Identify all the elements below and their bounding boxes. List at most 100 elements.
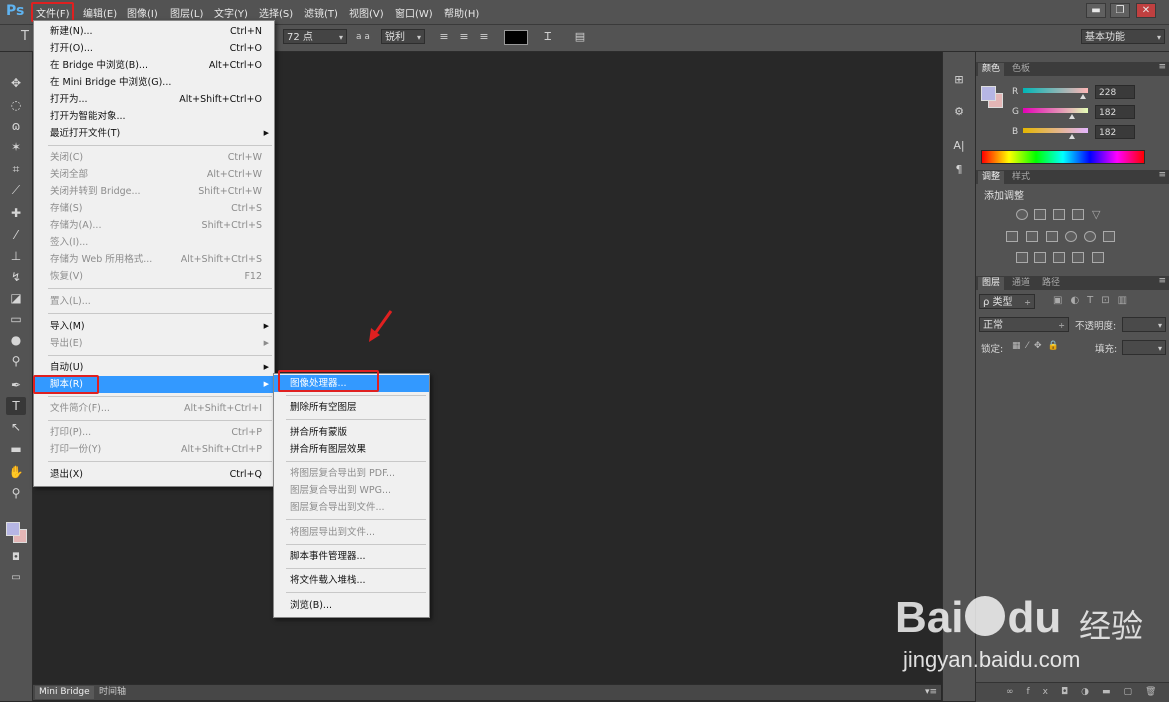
- restore-button[interactable]: ❐: [1110, 3, 1130, 18]
- channel-b-slider[interactable]: [1023, 128, 1088, 133]
- menu-layer[interactable]: 图层(L): [170, 5, 203, 20]
- magic-wand-tool-icon[interactable]: ✶: [6, 138, 26, 156]
- channel-r-thumb[interactable]: [1080, 94, 1086, 99]
- threshold-adjust-icon[interactable]: [1053, 252, 1065, 263]
- channel-r-value[interactable]: 228: [1095, 85, 1135, 99]
- menu-window[interactable]: 窗口(W): [395, 5, 433, 20]
- panel-menu-icon[interactable]: ▾≡: [921, 686, 941, 699]
- menu-item-browse[interactable]: 浏览(B)...: [274, 597, 429, 614]
- vibrance-adjust-icon[interactable]: ▽: [1092, 209, 1104, 220]
- workspace-select[interactable]: 基本功能 ▾: [1081, 29, 1165, 44]
- blur-tool-icon[interactable]: ●: [6, 331, 26, 349]
- menu-item-import[interactable]: 导入(M) ▶: [34, 318, 274, 335]
- move-tool-icon[interactable]: ✥: [6, 74, 26, 92]
- zoom-tool-icon[interactable]: ⚲: [6, 484, 26, 502]
- color-fg-swatch[interactable]: [981, 86, 996, 101]
- blend-mode-select[interactable]: 正常 ÷: [979, 317, 1069, 332]
- antialias-select[interactable]: 锐利 ▾: [381, 29, 425, 44]
- screen-mode-icon[interactable]: ▭: [6, 569, 26, 587]
- posterize-adjust-icon[interactable]: [1034, 252, 1046, 263]
- brightness-adjust-icon[interactable]: [1016, 209, 1028, 220]
- dodge-tool-icon[interactable]: ⚲: [6, 352, 26, 370]
- channel-mixer-adjust-icon[interactable]: [1084, 231, 1096, 242]
- type-tool-icon[interactable]: T: [6, 397, 26, 415]
- eraser-tool-icon[interactable]: ◪: [6, 289, 26, 307]
- layer-filter-select[interactable]: ρ 类型 ÷: [979, 294, 1035, 309]
- menu-item-exit[interactable]: 退出(X) Ctrl+Q: [34, 466, 274, 483]
- menu-item-recent[interactable]: 最近打开文件(T) ▶: [34, 125, 274, 142]
- channel-r-slider[interactable]: [1023, 88, 1088, 93]
- healing-brush-tool-icon[interactable]: ✚: [6, 204, 26, 222]
- color-balance-adjust-icon[interactable]: [1026, 231, 1038, 242]
- paragraph-panel-icon[interactable]: ¶: [951, 162, 967, 178]
- channel-g-value[interactable]: 182: [1095, 105, 1135, 119]
- tab-timeline[interactable]: 时间轴: [95, 686, 130, 699]
- layer-filter-icons[interactable]: ▣◐T⊡▥: [1053, 295, 1135, 306]
- menu-image[interactable]: 图像(I): [127, 5, 158, 20]
- text-tool-icon[interactable]: T: [18, 30, 32, 44]
- opacity-field[interactable]: ▾: [1122, 317, 1166, 332]
- photo-filter-adjust-icon[interactable]: [1065, 231, 1077, 242]
- quick-mask-icon[interactable]: ◘: [6, 549, 26, 567]
- font-size-select[interactable]: 72 点 ▾: [283, 29, 347, 44]
- history-panel-icon[interactable]: ⊞: [951, 72, 967, 88]
- marquee-tool-icon[interactable]: ◌: [6, 96, 26, 114]
- menu-help[interactable]: 帮助(H): [444, 5, 479, 20]
- menu-item-open-as[interactable]: 打开为... Alt+Shift+Ctrl+O: [34, 91, 274, 108]
- tab-channels[interactable]: 通道: [1008, 277, 1034, 290]
- menu-select[interactable]: 选择(S): [259, 5, 293, 20]
- layers-footer-icons[interactable]: ∞fx◘◑▬▢🗑: [976, 682, 1169, 702]
- invert-adjust-icon[interactable]: [1016, 252, 1028, 263]
- menu-item-automate[interactable]: 自动(U) ▶: [34, 359, 274, 376]
- menu-item-flatten-masks[interactable]: 拼合所有蒙版: [274, 424, 429, 441]
- align-left-icon[interactable]: ≡: [437, 30, 451, 44]
- gradient-tool-icon[interactable]: ▭: [6, 310, 26, 328]
- minimize-button[interactable]: ▬: [1086, 3, 1106, 18]
- panel-menu-icon[interactable]: ≡: [1158, 170, 1166, 180]
- hue-saturation-adjust-icon[interactable]: [1006, 231, 1018, 242]
- menu-item-open-smart-object[interactable]: 打开为智能对象...: [34, 108, 274, 125]
- hand-tool-icon[interactable]: ✋: [6, 463, 26, 481]
- brush-tool-icon[interactable]: ⁄: [6, 226, 26, 244]
- color-spectrum-bar[interactable]: [981, 150, 1145, 164]
- menu-type[interactable]: 文字(Y): [214, 5, 248, 20]
- panel-menu-icon[interactable]: ≡: [1158, 62, 1166, 72]
- tab-color[interactable]: 颜色: [978, 63, 1005, 76]
- selective-color-adjust-icon[interactable]: [1072, 252, 1084, 263]
- menu-edit[interactable]: 编辑(E): [83, 5, 117, 20]
- lock-icons[interactable]: ▦⁄✥🔒: [1012, 341, 1065, 351]
- pen-tool-icon[interactable]: ✒: [6, 376, 26, 394]
- fill-field[interactable]: ▾: [1122, 340, 1166, 355]
- tab-paths[interactable]: 路径: [1038, 277, 1064, 290]
- tab-styles[interactable]: 样式: [1008, 171, 1034, 184]
- align-center-icon[interactable]: ≡: [457, 30, 471, 44]
- menu-item-open[interactable]: 打开(O)... Ctrl+O: [34, 40, 274, 57]
- channel-b-value[interactable]: 182: [1095, 125, 1135, 139]
- menu-item-browse-bridge[interactable]: 在 Bridge 中浏览(B)... Alt+Ctrl+O: [34, 57, 274, 74]
- clone-stamp-tool-icon[interactable]: ⊥: [6, 247, 26, 265]
- levels-adjust-icon[interactable]: [1034, 209, 1046, 220]
- channel-g-slider[interactable]: [1023, 108, 1088, 113]
- panel-menu-icon[interactable]: ≡: [1158, 276, 1166, 286]
- crop-tool-icon[interactable]: ⌗: [6, 160, 26, 178]
- text-color-swatch[interactable]: [504, 30, 528, 45]
- gradient-map-adjust-icon[interactable]: [1092, 252, 1104, 263]
- tab-swatches[interactable]: 色板: [1008, 63, 1034, 76]
- menu-item-new[interactable]: 新建(N)... Ctrl+N: [34, 23, 274, 40]
- curves-adjust-icon[interactable]: [1053, 209, 1065, 220]
- lasso-tool-icon[interactable]: ɷ: [6, 117, 26, 135]
- menu-item-script-events-manager[interactable]: 脚本事件管理器...: [274, 548, 429, 565]
- menu-item-browse-mini-bridge[interactable]: 在 Mini Bridge 中浏览(G)...: [34, 74, 274, 91]
- tab-layers[interactable]: 图层: [978, 277, 1005, 290]
- warp-text-icon[interactable]: Ꮖ: [541, 30, 555, 44]
- exposure-adjust-icon[interactable]: [1072, 209, 1084, 220]
- black-white-adjust-icon[interactable]: [1046, 231, 1058, 242]
- align-right-icon[interactable]: ≡: [477, 30, 491, 44]
- character-panel-icon[interactable]: A|: [951, 138, 967, 154]
- close-button[interactable]: ✕: [1136, 3, 1156, 18]
- eyedropper-tool-icon[interactable]: ⟋: [6, 181, 26, 199]
- menu-item-delete-empty-layers[interactable]: 删除所有空图层: [274, 399, 429, 416]
- path-selection-tool-icon[interactable]: ↖: [6, 418, 26, 436]
- tab-adjustments[interactable]: 调整: [978, 171, 1005, 184]
- channel-g-thumb[interactable]: [1069, 114, 1075, 119]
